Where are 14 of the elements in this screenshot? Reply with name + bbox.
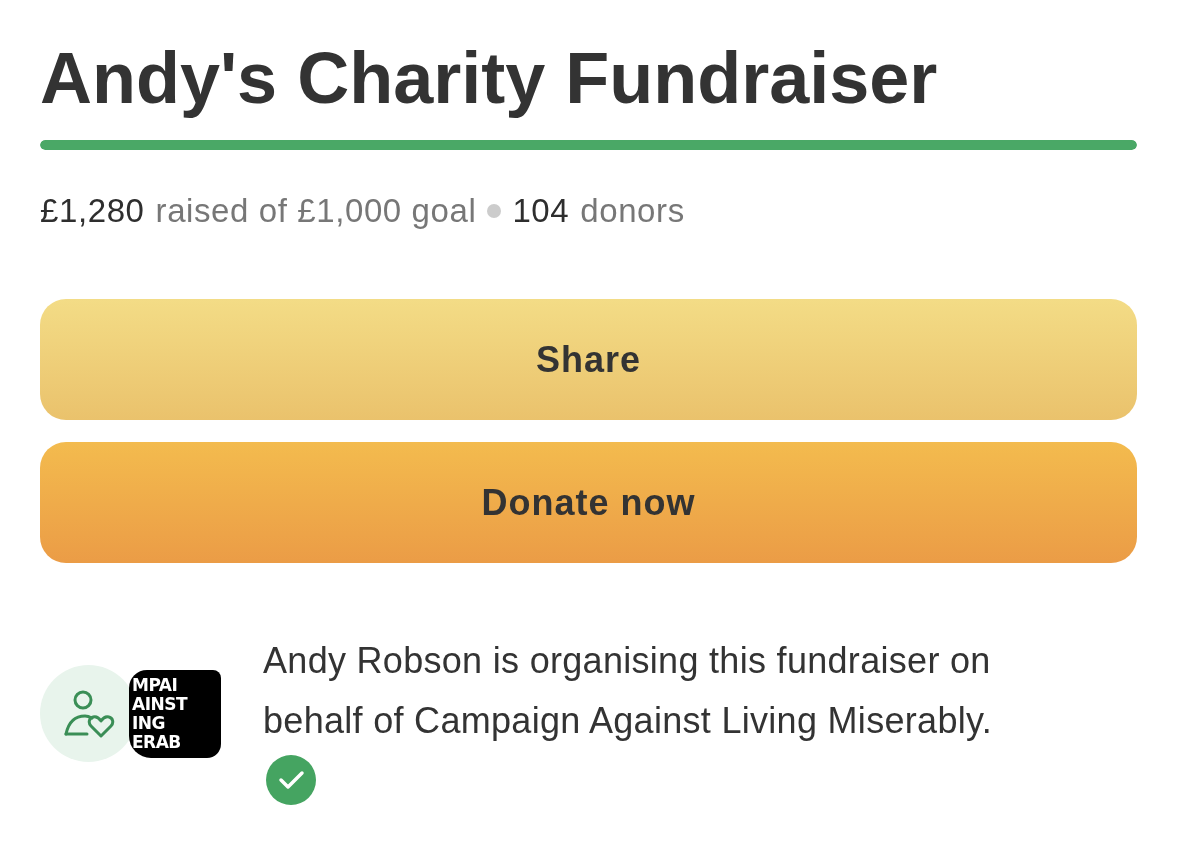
logo-text: AINST (132, 694, 188, 714)
person-heart-icon (62, 689, 115, 738)
goal-text: raised of £1,000 goal (155, 192, 477, 230)
share-button[interactable]: Share (40, 299, 1137, 420)
donor-count: 104 (512, 192, 570, 230)
donors-label: donors (580, 192, 685, 230)
separator-dot-icon (487, 204, 502, 218)
logo-text: MPAI (132, 675, 178, 695)
logo-text: ING (132, 713, 165, 733)
logo-text: ERAB (132, 732, 181, 752)
page-title: Andy's Charity Fundraiser (40, 37, 938, 120)
organiser-text: Andy Robson is organising this fundraiser on behalf of Campaign Against Living Miserably. (263, 639, 993, 743)
raised-amount: £1,280 (40, 192, 145, 230)
donate-button[interactable]: Donate now (40, 442, 1137, 563)
